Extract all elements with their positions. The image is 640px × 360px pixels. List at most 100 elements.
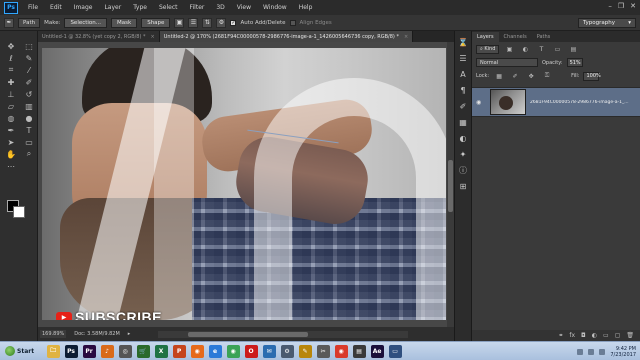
brush-tool-icon[interactable]: ✐ (23, 77, 35, 87)
vertical-scrollbar[interactable] (447, 42, 454, 327)
menu-window[interactable]: Window (257, 4, 293, 11)
taskbar-firefox-icon[interactable]: ◉ (190, 344, 204, 358)
layer-row[interactable]: ◉ 2681F94C00000578-2986776-image-a-1_... (472, 87, 640, 117)
scrollbar-thumb[interactable] (188, 331, 309, 337)
character-icon[interactable]: A (458, 69, 468, 79)
swatches-icon[interactable]: ▦ (458, 117, 468, 127)
flag-icon[interactable] (599, 348, 606, 355)
close-button[interactable]: ✕ (630, 2, 636, 10)
zoom-level[interactable]: 169.89% (40, 330, 67, 338)
clone-stamp-tool-icon[interactable]: ⊥ (5, 89, 17, 99)
tab-channels[interactable]: Channels (499, 32, 532, 42)
menu-filter[interactable]: Filter (184, 4, 211, 11)
opacity-input[interactable]: 51% (566, 58, 583, 67)
navigator-icon[interactable]: ⊞ (458, 181, 468, 191)
filter-shape-icon[interactable]: ▭ (551, 44, 563, 54)
taskbar-photoshop-icon[interactable]: Ps (64, 344, 78, 358)
tool-mode-dropdown[interactable]: Path (18, 17, 41, 28)
properties-icon[interactable]: ☰ (458, 53, 468, 63)
lasso-tool-icon[interactable]: ℓ (5, 53, 17, 63)
taskbar-opera-icon[interactable]: O (244, 344, 258, 358)
filter-adjustment-icon[interactable]: ◐ (519, 44, 531, 54)
chevron-right-icon[interactable]: ▸ (128, 331, 131, 337)
taskbar-paint-icon[interactable]: ✎ (298, 344, 312, 358)
tab-paths[interactable]: Paths (532, 32, 556, 42)
move-tool-icon[interactable]: ✥ (5, 41, 17, 51)
marquee-tool-icon[interactable]: ⬚ (23, 41, 35, 51)
gear-icon[interactable]: ⚙ (216, 17, 227, 28)
hand-tool-icon[interactable]: ✋ (5, 149, 17, 159)
minimize-button[interactable]: – (608, 2, 612, 10)
document-canvas[interactable]: ▶ SUBSCRIBE (42, 48, 446, 320)
menu-type[interactable]: Type (127, 4, 153, 11)
background-color-swatch[interactable] (13, 206, 25, 218)
trash-icon[interactable]: 🗑 (626, 332, 634, 339)
layer-name[interactable]: 2681F94C00000578-2986776-image-a-1_... (530, 100, 638, 105)
pen-tool-icon[interactable]: ✒ (4, 17, 14, 28)
scrollbar-thumb[interactable] (448, 160, 453, 212)
taskbar-network-icon[interactable]: ⚙ (280, 344, 294, 358)
doc-tab-untitled-2[interactable]: Untitled-2 @ 170% (2681F94C00000578-2986… (159, 31, 414, 42)
zoom-tool-icon[interactable]: ⌕ (23, 149, 35, 159)
link-icon[interactable]: ⚭ (558, 332, 563, 339)
quick-select-tool-icon[interactable]: ✎ (23, 53, 35, 63)
lock-image-icon[interactable]: ✐ (509, 71, 521, 81)
start-button[interactable]: Start (1, 343, 38, 359)
history-icon[interactable]: ⌛ (458, 37, 468, 47)
taskbar-editor-icon[interactable]: ▤ (352, 344, 366, 358)
blur-tool-icon[interactable]: ◍ (5, 113, 17, 123)
path-operations-icon[interactable]: ▣ (174, 17, 185, 28)
shape-tool-icon[interactable]: ▭ (23, 137, 35, 147)
styles-icon[interactable]: ✦ (458, 149, 468, 159)
eye-icon[interactable]: ◉ (476, 99, 486, 106)
menu-edit[interactable]: Edit (44, 4, 68, 11)
taskbar-premiere-icon[interactable]: Pr (82, 344, 96, 358)
filter-pixel-icon[interactable]: ▣ (503, 44, 515, 54)
paragraph-icon[interactable]: ¶ (458, 85, 468, 95)
brush-preset-icon[interactable]: ✐ (458, 101, 468, 111)
path-alignment-icon[interactable]: ☰ (188, 17, 199, 28)
align-edges-checkbox[interactable] (289, 19, 296, 26)
taskbar-ie-icon[interactable]: e (208, 344, 222, 358)
eraser-tool-icon[interactable]: ▱ (5, 101, 17, 111)
taskbar-powerpoint-icon[interactable]: P (172, 344, 186, 358)
healing-tool-icon[interactable]: ✚ (5, 77, 17, 87)
kind-filter-dropdown[interactable]: ⌕ Kind (476, 44, 500, 54)
clock[interactable]: 9:42 PM 7/23/2017 (610, 346, 636, 358)
doc-tab-untitled-1[interactable]: Untitled-1 @ 32.8% (yet copy 2, RGB/8) *… (38, 31, 160, 42)
info-icon[interactable]: ⓘ (458, 165, 468, 175)
layer-thumbnail[interactable] (490, 89, 526, 115)
taskbar-media-icon[interactable]: ♪ (100, 344, 114, 358)
restore-button[interactable]: ❐ (618, 2, 624, 10)
menu-select[interactable]: Select (153, 4, 184, 11)
volume-icon[interactable] (588, 348, 595, 355)
taskbar-aftereffects-icon[interactable]: Ae (370, 344, 384, 358)
close-icon[interactable]: × (151, 34, 155, 40)
make-selection-button[interactable]: Selection... (64, 17, 108, 28)
taskbar-folder-icon[interactable]: 🗀 (46, 344, 60, 358)
path-selection-tool-icon[interactable]: ➤ (5, 137, 17, 147)
menu-3d[interactable]: 3D (210, 4, 230, 11)
taskbar-excel-icon[interactable]: X (154, 344, 168, 358)
history-brush-tool-icon[interactable]: ↺ (23, 89, 35, 99)
canvas-area[interactable]: ▶ SUBSCRIBE (38, 42, 454, 327)
tab-layers[interactable]: Layers (472, 32, 499, 42)
taskbar-cart-icon[interactable]: 🛒 (136, 344, 150, 358)
taskbar-tools-icon[interactable]: ✂ (316, 344, 330, 358)
crop-tool-icon[interactable]: ⌗ (5, 65, 17, 75)
horizontal-scrollbar[interactable] (158, 330, 409, 338)
gradient-tool-icon[interactable]: ▥ (23, 101, 35, 111)
eyedropper-tool-icon[interactable]: ⁄ (23, 65, 35, 75)
taskbar-chrome-icon[interactable]: ◉ (226, 344, 240, 358)
adjustments-icon[interactable]: ◐ (458, 133, 468, 143)
new-layer-icon[interactable]: ▢ (615, 332, 621, 339)
filter-smart-icon[interactable]: ▤ (567, 44, 579, 54)
taskbar-headphones-icon[interactable]: ◎ (118, 344, 132, 358)
taskbar-mail-icon[interactable]: ✉ (262, 344, 276, 358)
path-arrangement-icon[interactable]: ⇅ (202, 17, 213, 28)
more-tools-icon[interactable]: ⋯ (5, 161, 17, 171)
lock-all-icon[interactable]: ⚿ (541, 71, 553, 81)
menu-view[interactable]: View (231, 4, 257, 11)
adjustment-layer-icon[interactable]: ◐ (592, 332, 597, 339)
menu-image[interactable]: Image (68, 4, 99, 11)
